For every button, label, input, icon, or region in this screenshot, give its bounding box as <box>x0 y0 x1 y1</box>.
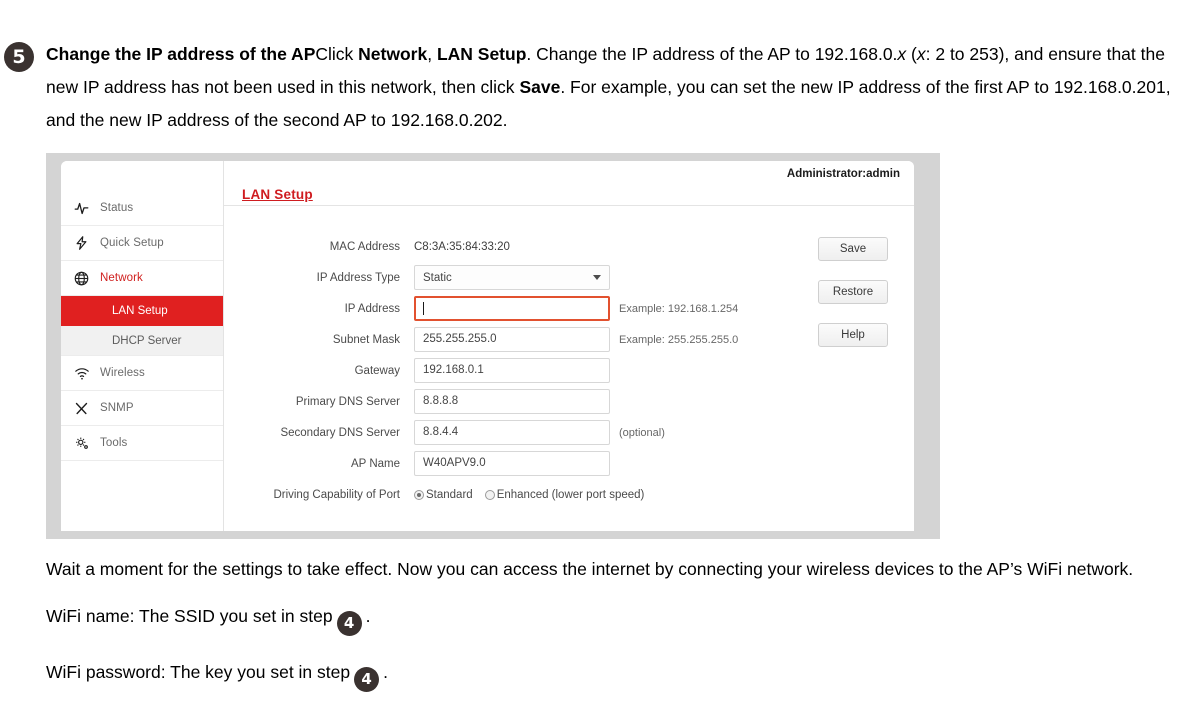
radio-standard-label: Standard <box>426 488 473 501</box>
step-4-badge-wifi-name: 4 <box>336 611 362 636</box>
hint-ip-address: Example: 192.168.1.254 <box>619 302 739 315</box>
row-ap-name: AP Name W40APV9.0 <box>224 448 914 479</box>
wifi-name-text: WiFi name: The SSID you set in step <box>46 606 333 626</box>
wifi-icon <box>74 367 100 380</box>
bold-network: Network <box>358 44 428 64</box>
bold-lan-setup: LAN Setup <box>436 44 527 64</box>
label-ap-name: AP Name <box>350 457 400 470</box>
step-body-1: Click <box>315 44 359 64</box>
italic-x-1: x <box>897 44 907 64</box>
sidebar-label-wireless: Wireless <box>100 367 145 379</box>
sidebar-item-dhcp-server[interactable]: DHCP Server <box>61 326 223 356</box>
tail-paragraphs: Wait a moment for the settings to take e… <box>46 553 1186 712</box>
pulse-icon <box>74 201 100 216</box>
label-secondary-dns: Secondary DNS Server <box>280 426 400 439</box>
row-ip-address: IP Address Example: 192.168.1.254 <box>224 293 914 324</box>
label-gateway: Gateway <box>354 364 400 377</box>
globe-icon <box>74 271 100 286</box>
label-ip-address-type: IP Address Type <box>316 271 400 284</box>
wifi-password-period: . <box>383 662 388 682</box>
step-instruction-text: Change the IP address of the APClick Net… <box>46 38 1186 137</box>
hint-subnet-mask: Example: 255.255.255.0 <box>619 333 739 346</box>
value-mac-address: C8:3A:35:84:33:20 <box>414 240 510 253</box>
row-driving-capability: Driving Capability of Port Standard Enha… <box>224 479 914 510</box>
primary-dns-value: 8.8.8.8 <box>423 395 459 407</box>
primary-dns-input[interactable]: 8.8.8.8 <box>414 389 610 414</box>
sidebar-label-snmp: SNMP <box>100 402 134 414</box>
row-gateway: Gateway 192.168.0.1 <box>224 355 914 386</box>
ip-address-input[interactable] <box>414 296 610 321</box>
sidebar-item-network[interactable]: Network <box>61 261 223 296</box>
label-driving-capability: Driving Capability of Port <box>273 488 400 501</box>
router-topbar: Administrator:admin <box>224 161 914 206</box>
row-secondary-dns: Secondary DNS Server 8.8.4.4 (optional) <box>224 417 914 448</box>
label-mac-address: MAC Address <box>329 240 400 253</box>
lan-setup-form: MAC Address C8:3A:35:84:33:20 IP Address… <box>224 206 914 510</box>
hint-secondary-dns: (optional) <box>619 426 665 439</box>
step-title: Change the IP address of the AP <box>46 44 316 64</box>
router-sidebar: Status Quick Setup Network LAN Setup DHC… <box>61 161 224 531</box>
ip-address-type-value: Static <box>423 271 452 284</box>
wifi-password-text: WiFi password: The key you set in step <box>46 662 351 682</box>
gears-icon <box>74 436 100 451</box>
text-cursor <box>423 302 424 315</box>
step-body-3: ( <box>906 44 917 64</box>
router-content: Administrator:admin LAN Setup Save Resto… <box>224 161 914 531</box>
tail-paragraph-2: WiFi name: The SSID you set in step 4. <box>46 600 1186 636</box>
sidebar-label-status: Status <box>100 202 134 214</box>
radio-standard[interactable]: Standard <box>414 489 473 501</box>
sidebar-label-lan-setup: LAN Setup <box>112 305 168 317</box>
tail-paragraph-3: WiFi password: The key you set in step 4. <box>46 656 1186 692</box>
step-number-badge: 5 <box>4 42 34 72</box>
sidebar-item-tools[interactable]: Tools <box>61 426 223 461</box>
step-comma-1: , <box>427 44 437 64</box>
step-4-badge-wifi-password: 4 <box>354 667 380 692</box>
bold-save: Save <box>519 77 561 97</box>
label-subnet-mask: Subnet Mask <box>332 333 400 346</box>
ap-name-input[interactable]: W40APV9.0 <box>414 451 610 476</box>
ip-address-type-select[interactable]: Static <box>414 265 610 290</box>
radio-enhanced[interactable]: Enhanced (lower port speed) <box>484 488 645 501</box>
radio-standard-icon <box>414 489 424 500</box>
row-primary-dns: Primary DNS Server 8.8.8.8 <box>224 386 914 417</box>
sidebar-item-snmp[interactable]: SNMP <box>61 391 223 426</box>
row-subnet-mask: Subnet Mask 255.255.255.0 Example: 255.2… <box>224 324 914 355</box>
gateway-input[interactable]: 192.168.0.1 <box>414 358 610 383</box>
row-mac-address: MAC Address C8:3A:35:84:33:20 <box>224 231 914 262</box>
row-ip-address-type: IP Address Type Static <box>224 262 914 293</box>
driving-capability-radio-group: Standard Enhanced (lower port speed) <box>414 489 656 501</box>
subnet-mask-value: 255.255.255.0 <box>423 333 497 345</box>
router-ui-window: Status Quick Setup Network LAN Setup DHC… <box>61 161 914 531</box>
sidebar-label-quick-setup: Quick Setup <box>100 237 164 249</box>
page-title: LAN Setup <box>242 187 313 202</box>
label-primary-dns: Primary DNS Server <box>295 395 400 408</box>
wifi-name-period: . <box>365 606 371 626</box>
ap-name-value: W40APV9.0 <box>423 457 486 469</box>
tail-paragraph-1: Wait a moment for the settings to take e… <box>46 559 1134 579</box>
sidebar-label-tools: Tools <box>100 437 128 449</box>
subnet-mask-input[interactable]: 255.255.255.0 <box>414 327 610 352</box>
sidebar-item-wireless[interactable]: Wireless <box>61 356 223 391</box>
sidebar-item-lan-setup[interactable]: LAN Setup <box>61 296 223 326</box>
sidebar-item-quick-setup[interactable]: Quick Setup <box>61 226 223 261</box>
administrator-label: Administrator:admin <box>786 168 900 180</box>
radio-enhanced-icon <box>484 489 495 500</box>
chevron-down-icon <box>593 275 601 280</box>
router-ui-screenshot: Status Quick Setup Network LAN Setup DHC… <box>46 153 940 539</box>
italic-x-2: x <box>916 44 926 64</box>
label-ip-address: IP Address <box>344 302 400 315</box>
step-5-block: 5 Change the IP address of the APClick N… <box>0 38 1188 137</box>
sidebar-label-dhcp-server: DHCP Server <box>112 334 182 347</box>
sidebar-item-status[interactable]: Status <box>61 191 223 226</box>
sidebar-label-network: Network <box>100 272 143 284</box>
secondary-dns-value: 8.8.4.4 <box>423 426 459 438</box>
lightning-icon <box>74 235 100 251</box>
tools-icon <box>74 401 100 416</box>
gateway-value: 192.168.0.1 <box>423 364 484 376</box>
secondary-dns-input[interactable]: 8.8.4.4 <box>414 420 610 445</box>
radio-enhanced-label: Enhanced (lower port speed) <box>496 488 645 501</box>
step-body-2: . Change the IP address of the AP to 192… <box>526 44 898 64</box>
